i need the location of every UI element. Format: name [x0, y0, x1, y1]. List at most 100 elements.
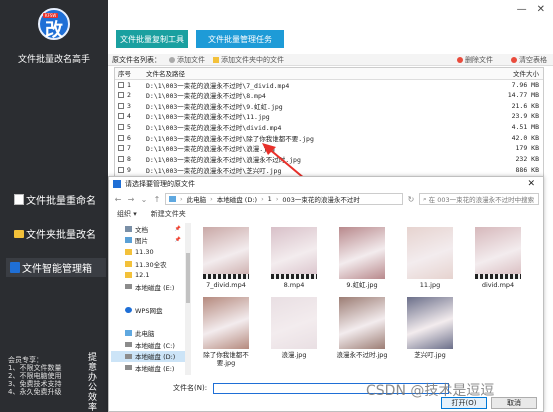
photo-thumbnail-image [339, 297, 385, 349]
tree-item[interactable]: 本地磁盘 (E:) [111, 362, 185, 374]
file-name: divid.mp4 [481, 281, 515, 289]
row-path: D:\1\003一束花的浪漫永不过时\芝兴叮.jpg [146, 166, 282, 175]
row-index: 7 [115, 143, 143, 154]
benefit-line: 会员专享： [8, 356, 43, 364]
up-icon[interactable]: ↑ [152, 195, 162, 204]
tree-item[interactable]: 本地磁盘 (E:) [111, 281, 185, 293]
tree-item[interactable]: 本地磁盘 (D:) [111, 350, 185, 363]
file-thumbnail[interactable]: 9.虹虹.jpg [331, 227, 393, 289]
row-size: 886 KB [515, 165, 539, 174]
tree-item[interactable]: WPS网盘 [111, 304, 185, 316]
nav-file-manager[interactable]: 文件智能管理箱 [6, 258, 106, 277]
table-row[interactable]: 5 D:\1\003一束花的浪漫永不过时\divid.mp4 4.51 MB [115, 122, 543, 133]
row-checkbox[interactable] [118, 156, 124, 163]
row-checkbox[interactable] [118, 134, 124, 141]
file-thumbnail[interactable]: 芝兴叮.jpg [399, 297, 461, 359]
breadcrumb-item[interactable]: 本地磁盘 (D:) [217, 194, 257, 204]
cancel-button[interactable]: 取消 [491, 397, 537, 409]
row-number: 5 [127, 123, 131, 132]
address-bar[interactable]: › 此电脑 › 本地磁盘 (D:) › 1 › 003一束花的浪漫永不过时 [165, 193, 403, 205]
row-path: D:\1\003一束花的浪漫永不过时\7_divid.mp4 [146, 81, 290, 90]
benefit-line: 2、不限电脑使用 [8, 372, 62, 380]
table-header-row: 序号 文件名及路径 文件大小 [115, 68, 543, 80]
add-file-button[interactable]: 添加文件 [169, 55, 205, 65]
open-file-dialog: 请选择要管理的原文件 ✕ ← → ⌄ ↑ › 此电脑 › 本地磁盘 (D:) ›… [108, 176, 544, 412]
folder-icon [125, 272, 132, 279]
table-row[interactable]: 4 D:\1\003一束花的浪漫永不过时\11.jpg 23.9 KB [115, 111, 543, 122]
new-folder-button[interactable]: 新建文件夹 [151, 209, 186, 219]
table-row[interactable]: 3 D:\1\003一束花的浪漫永不过时\9.虹虹.jpg 21.6 KB [115, 100, 543, 111]
batch-manage-task-button[interactable]: 文件批量管理任务 [196, 30, 284, 48]
file-name: 芝兴叮.jpg [414, 351, 446, 359]
file-thumbnail[interactable]: 浪漫永不过时.jpg [331, 297, 393, 359]
tree-item[interactable]: 11.30全农 [111, 258, 185, 270]
document-icon [14, 194, 24, 205]
close-icon[interactable]: ✕ [527, 179, 535, 189]
row-index: 5 [115, 122, 143, 133]
file-thumbnail[interactable]: 8.mp4 [263, 227, 325, 289]
photo-thumbnail-image [271, 297, 317, 349]
delete-file-button[interactable]: 删除文件 [457, 55, 493, 65]
organize-menu[interactable]: 组织 ▾ [117, 209, 137, 219]
app-logo: KFSW 改 [38, 8, 70, 41]
tree-scrollbar[interactable] [185, 223, 191, 375]
tree-item[interactable]: 11.30 [111, 246, 185, 258]
file-thumbnail[interactable]: 7_divid.mp4 [195, 227, 257, 289]
row-checkbox[interactable] [118, 102, 124, 109]
scrollbar-thumb[interactable] [186, 253, 190, 303]
table-row[interactable]: 1 D:\1\003一束花的浪漫永不过时\7_divid.mp4 7.96 MB [115, 79, 543, 90]
row-checkbox[interactable] [118, 113, 124, 120]
tree-item-label: 11.30 [135, 247, 154, 256]
delete-icon [457, 56, 463, 63]
tree-item[interactable]: 图片 📌 [111, 235, 185, 247]
file-name: 7_divid.mp4 [206, 281, 246, 289]
row-number: 6 [127, 133, 131, 142]
photo-thumbnail-image [339, 227, 385, 279]
close-icon[interactable]: ✕ [537, 4, 545, 15]
pin-icon: 📌 [174, 225, 181, 232]
row-checkbox[interactable] [118, 124, 124, 131]
minimize-icon[interactable]: — [517, 4, 527, 15]
table-row[interactable]: 6 D:\1\003一束花的浪漫永不过时\除了你我谁都不要.jpg 42.0 KB [115, 132, 543, 143]
clear-table-button[interactable]: 清空表格 [511, 55, 547, 65]
top-panel: 文件批量复制工具 文件批量管理任务 — ✕ [108, 0, 553, 54]
recent-dropdown-icon[interactable]: ⌄ [139, 195, 149, 204]
search-icon: ⌕ [423, 194, 427, 203]
file-thumbnail[interactable]: 11.jpg [399, 227, 461, 289]
breadcrumb-item[interactable]: 003一束花的浪漫永不过时 [282, 194, 359, 204]
nav-label: 文件批量重命名 [26, 196, 96, 207]
tree-item[interactable]: 本地磁盘 (C:) [111, 339, 185, 351]
tree-item[interactable]: 文档 📌 [111, 223, 185, 235]
clear-icon [511, 56, 517, 63]
row-checkbox[interactable] [118, 166, 124, 173]
file-thumbnail[interactable]: 浪漫.jpg [263, 297, 325, 359]
nav-batch-rename[interactable]: 文件批量重命名 [14, 192, 96, 207]
back-icon[interactable]: ← [113, 195, 123, 204]
batch-copy-tool-button[interactable]: 文件批量复制工具 [116, 30, 188, 48]
tree-item[interactable]: 此电脑 [111, 327, 185, 339]
row-checkbox[interactable] [118, 92, 124, 99]
row-checkbox[interactable] [118, 145, 124, 152]
table-row[interactable]: 2 D:\1\003一束花的浪漫永不过时\8.mp4 14.77 MB [115, 90, 543, 101]
table-row[interactable]: 8 D:\1\003一束花的浪漫永不过时\浪漫永不过时.jpg 232 KB [115, 154, 543, 165]
folder-icon [14, 229, 24, 238]
breadcrumb-item[interactable]: 1 [268, 195, 272, 203]
add-folder-files-button[interactable]: 添加文件夹中的文件 [213, 55, 284, 65]
add-folder-label: 添加文件夹中的文件 [221, 55, 284, 64]
nav-label: 文件夹批量改名 [26, 230, 96, 241]
dialog-titlebar: 请选择要管理的原文件 [109, 177, 543, 191]
refresh-icon[interactable]: ↻ [406, 195, 416, 204]
forward-icon[interactable]: → [126, 195, 136, 204]
row-checkbox[interactable] [118, 81, 124, 88]
file-name: 8.mp4 [283, 281, 305, 289]
tree-item[interactable]: 12.1 [111, 269, 185, 281]
add-icon [169, 56, 175, 63]
table-row[interactable]: 7 D:\1\003一束花的浪漫永不过时\浪漫.jpg 179 KB [115, 143, 543, 154]
file-thumbnail[interactable]: 除了你我谁都不要.jpg [195, 297, 257, 367]
file-name: 除了你我谁都不要.jpg [203, 351, 249, 367]
search-input[interactable]: ⌕ 在 003一束花的浪漫永不过时中搜索 [419, 193, 539, 205]
nav-folder-rename[interactable]: 文件夹批量改名 [14, 226, 96, 241]
breadcrumb-item[interactable]: 此电脑 [187, 194, 207, 204]
file-thumbnail[interactable]: divid.mp4 [467, 227, 529, 289]
table-row[interactable]: 9 D:\1\003一束花的浪漫永不过时\芝兴叮.jpg 886 KB [115, 165, 543, 176]
